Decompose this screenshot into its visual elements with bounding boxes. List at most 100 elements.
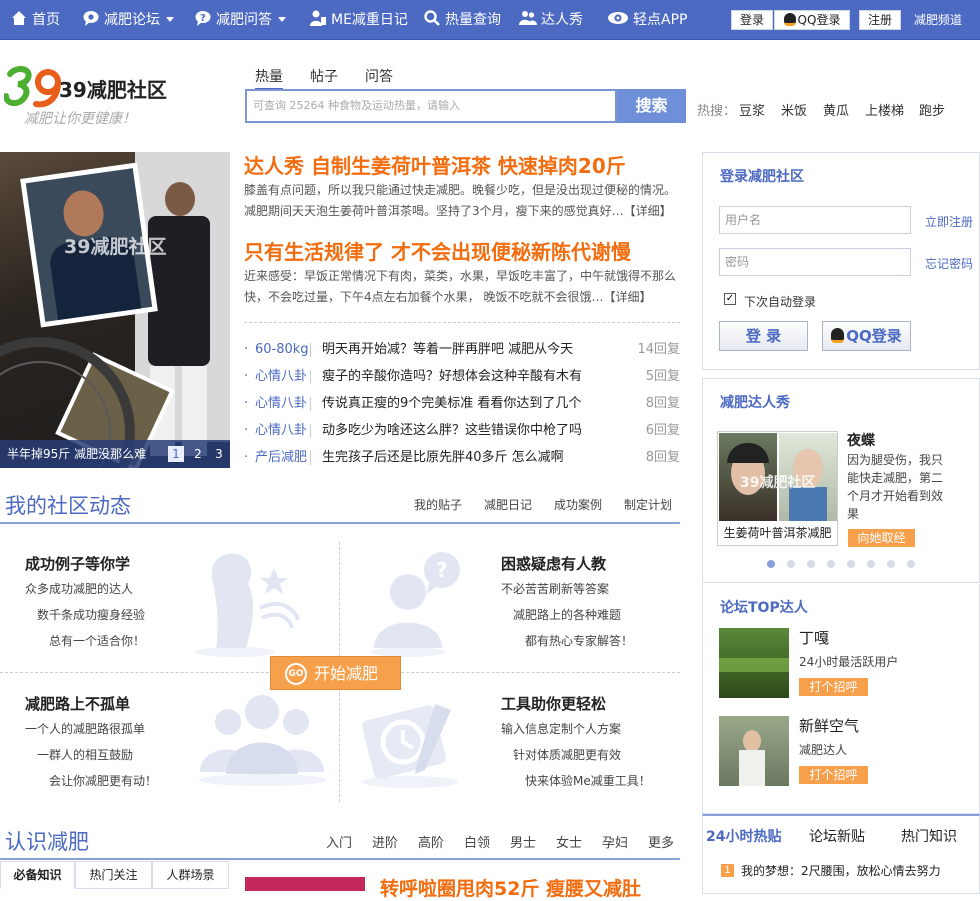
- say-hi-button[interactable]: 打个招呼: [799, 678, 868, 696]
- forum-category[interactable]: 心情八卦: [255, 363, 307, 390]
- slider-page-3[interactable]: 3: [211, 446, 227, 462]
- know-link[interactable]: 白领: [464, 832, 490, 851]
- know-link[interactable]: 进阶: [372, 832, 398, 851]
- carousel-dot[interactable]: [847, 560, 855, 568]
- qq-login-button[interactable]: QQ登录: [822, 321, 911, 351]
- community-link[interactable]: 制定计划: [624, 496, 672, 513]
- know-link[interactable]: 入门: [326, 832, 352, 851]
- hot-post-link[interactable]: 我的梦想：2尺腰围，放松心情去努力: [741, 862, 941, 879]
- hot-search-item[interactable]: 上楼梯: [865, 100, 904, 119]
- nav-calorie[interactable]: 热量查询: [423, 0, 501, 40]
- hot-search-item[interactable]: 黄瓜: [823, 100, 849, 119]
- forum-category[interactable]: 心情八卦: [255, 417, 307, 444]
- carousel-dot[interactable]: [907, 560, 915, 568]
- hot-search-item[interactable]: 跑步: [919, 100, 945, 119]
- qq-login-link[interactable]: QQ登录: [774, 10, 850, 30]
- community-link[interactable]: 我的贴子: [414, 496, 462, 513]
- forum-row[interactable]: · 心情八卦 传说真正瘦的9个完美标准 看看你达到了几个 8回复: [244, 390, 680, 417]
- register-now-link[interactable]: 立即注册: [925, 213, 973, 230]
- login-button[interactable]: 登 录: [719, 321, 808, 351]
- slider-page-1[interactable]: 1: [168, 446, 184, 462]
- say-hi-button[interactable]: 打个招呼: [799, 766, 868, 784]
- svg-text:?: ?: [436, 558, 448, 582]
- nav-forum[interactable]: 减肥论坛: [82, 0, 174, 40]
- hot-tab-new[interactable]: 论坛新贴: [809, 826, 865, 846]
- reply-count: 6回复: [645, 423, 680, 438]
- forum-row[interactable]: · 心情八卦 瘦子的辛酸你造吗？好想体会这种辛酸有木有 5回复: [244, 363, 680, 390]
- register-link[interactable]: 注册: [859, 10, 901, 30]
- top-user-name[interactable]: 新鲜空气: [799, 715, 859, 736]
- know-link[interactable]: 更多: [648, 832, 674, 851]
- user-avatar[interactable]: [719, 628, 789, 698]
- search-tab-calorie[interactable]: 热量: [255, 66, 283, 90]
- expert-show-panel: 减肥达人秀 39减肥社区 生姜荷叶普洱茶减肥 夜蝶 因为腿受伤，我只能快走减肥，…: [702, 378, 980, 583]
- know-tab-essentials[interactable]: 必备知识: [0, 861, 75, 889]
- know-link[interactable]: 男士: [510, 832, 536, 851]
- expert-photo[interactable]: 39减肥社区 生姜荷叶普洱茶减肥: [717, 431, 838, 546]
- hot-tab-24h[interactable]: 24小时热贴: [706, 826, 781, 846]
- forum-category[interactable]: 产后减肥: [255, 444, 307, 471]
- search-input[interactable]: 可查询 25264 种食物及运动热量，请输入: [245, 89, 617, 123]
- know-link[interactable]: 女士: [556, 832, 582, 851]
- carousel-dot[interactable]: [787, 560, 795, 568]
- forum-title[interactable]: 生完孩子后还是比原先胖40多斤 怎么减啊: [322, 444, 564, 471]
- nav-qa[interactable]: ? 减肥问答: [194, 0, 286, 40]
- username-input[interactable]: 用户名: [719, 206, 911, 234]
- rank-badge: 1: [721, 864, 734, 877]
- tools-clock-icon: [362, 704, 458, 788]
- login-link[interactable]: 登录: [731, 10, 773, 30]
- know-headline[interactable]: 转呼啦圈甩肉52斤 瘦腰又减肚: [380, 874, 641, 901]
- learn-from-her-button[interactable]: 向她取经: [848, 529, 915, 547]
- forum-category[interactable]: 60-80kg: [255, 336, 309, 363]
- featured-headline-1[interactable]: 达人秀 自制生姜荷叶普洱茶 快速掉肉20斤: [244, 150, 626, 179]
- hot-tab-knowledge[interactable]: 热门知识: [901, 826, 957, 846]
- know-tab-people[interactable]: 人群场景: [152, 861, 229, 889]
- forum-category[interactable]: 心情八卦: [255, 390, 307, 417]
- site-logo[interactable]: 39减肥社区 减肥让你更健康！: [4, 64, 224, 134]
- channel-link[interactable]: 减肥频道: [914, 0, 962, 40]
- know-article-image[interactable]: [245, 877, 365, 891]
- top-user-name[interactable]: 丁嘎: [799, 627, 829, 648]
- slider-page-2[interactable]: 2: [190, 446, 206, 462]
- chat-bubble-icon: [83, 11, 99, 26]
- forum-title[interactable]: 瘦子的辛酸你造吗？好想体会这种辛酸有木有: [322, 363, 582, 390]
- community-link[interactable]: 成功案例: [554, 496, 602, 513]
- community-link[interactable]: 减肥日记: [484, 496, 532, 513]
- carousel-dot[interactable]: [827, 560, 835, 568]
- remember-checkbox[interactable]: ✓: [724, 293, 736, 305]
- know-tab-hot[interactable]: 热门关注: [75, 861, 152, 889]
- featured-headline-2[interactable]: 只有生活规律了 才不会出现便秘新陈代谢慢: [244, 236, 631, 265]
- user-avatar[interactable]: [719, 716, 789, 786]
- nav-home[interactable]: 首页: [10, 0, 60, 40]
- forgot-password-link[interactable]: 忘记密码: [925, 255, 973, 272]
- qq-penguin-icon: [783, 13, 796, 26]
- hot-search-item[interactable]: 米饭: [781, 100, 807, 119]
- know-link[interactable]: 孕妇: [602, 832, 628, 851]
- carousel-dot[interactable]: [807, 560, 815, 568]
- start-diet-button[interactable]: GO 开始减肥: [270, 656, 401, 690]
- password-input[interactable]: 密码: [719, 248, 911, 276]
- login-panel: 登录减肥社区 用户名 立即注册 密码 忘记密码 ✓ 下次自动登录 登 录 QQ登…: [702, 152, 980, 370]
- forum-row[interactable]: · 60-80kg 明天再开始减？等着一胖再胖吧 减肥从今天 14回复: [244, 336, 680, 363]
- know-link[interactable]: 高阶: [418, 832, 444, 851]
- forum-title[interactable]: 动多吃少为啥还这么胖？这些错误你中枪了吗: [322, 417, 582, 444]
- forum-title[interactable]: 明天再开始减？等着一胖再胖吧 减肥从今天: [322, 336, 573, 363]
- nav-diary[interactable]: ME减重日记: [309, 0, 408, 40]
- hot-search-item[interactable]: 豆浆: [739, 100, 765, 119]
- expert-name[interactable]: 夜蝶: [847, 430, 875, 450]
- search-tab-qa[interactable]: 问答: [365, 66, 393, 86]
- hot-search-label: 热搜：: [697, 104, 737, 119]
- search-button[interactable]: 搜索: [617, 89, 686, 123]
- forum-row[interactable]: · 心情八卦 动多吃少为啥还这么胖？这些错误你中枪了吗 6回复: [244, 417, 680, 444]
- nav-expert-show[interactable]: 达人秀: [519, 0, 583, 40]
- forum-title[interactable]: 传说真正瘦的9个完美标准 看看你达到了几个: [322, 390, 581, 417]
- carousel-dot[interactable]: [867, 560, 875, 568]
- carousel-dot[interactable]: [767, 560, 775, 568]
- carousel-dot[interactable]: [887, 560, 895, 568]
- forum-row[interactable]: · 产后减肥 生完孩子后还是比原先胖40多斤 怎么减啊 8回复: [244, 444, 680, 471]
- section-underline: [0, 522, 680, 524]
- search-tab-posts[interactable]: 帖子: [310, 66, 338, 86]
- featured-summary-1: 膝盖有点问题，所以我只能通过快走减肥。晚餐少吃，但是没出现过便秘的情况。 减肥期…: [244, 183, 677, 218]
- featured-slider-image[interactable]: 39减肥社区: [0, 152, 230, 468]
- nav-app[interactable]: 轻点APP: [607, 0, 687, 40]
